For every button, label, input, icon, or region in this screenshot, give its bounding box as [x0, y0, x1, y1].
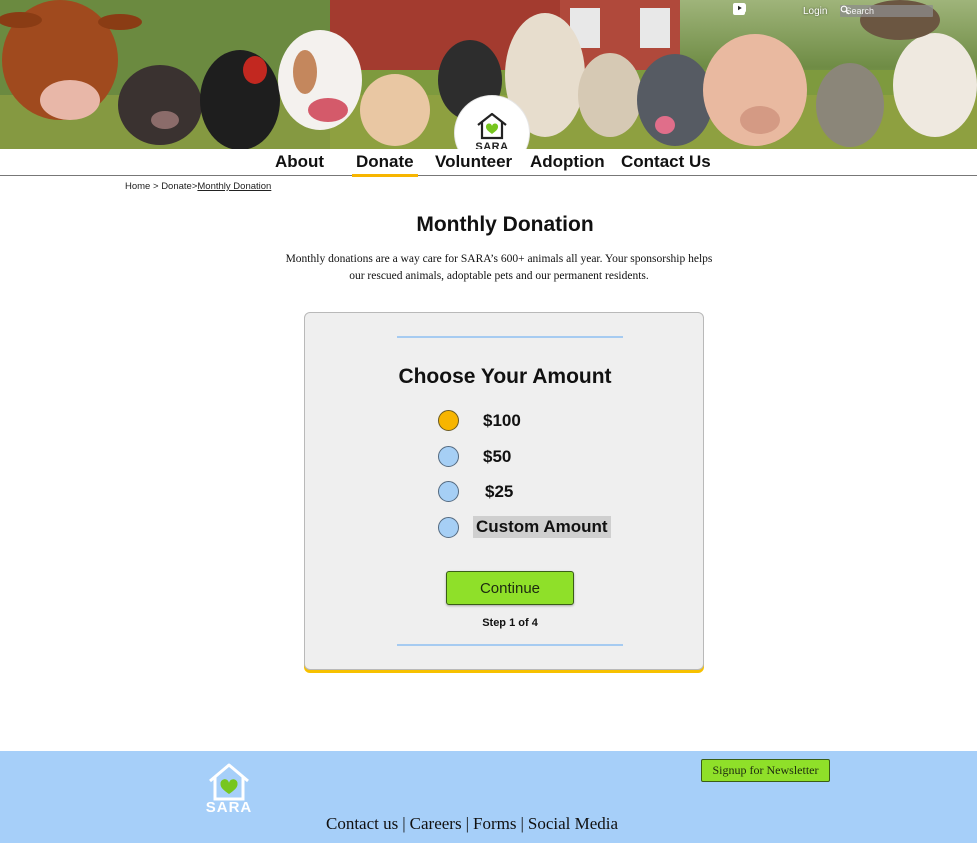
radio-button[interactable]	[438, 516, 459, 538]
footer-link-social-media[interactable]: Social Media	[528, 814, 618, 833]
youtube-icon[interactable]	[733, 3, 796, 17]
house-heart-icon	[209, 763, 249, 801]
main-nav: About Donate Volunteer Adoption Contact …	[0, 149, 977, 177]
donation-card: Choose Your Amount $100 $50 $25 Custom A…	[304, 312, 704, 670]
amount-label: $25	[485, 481, 514, 501]
tiktok-icon[interactable]	[733, 3, 779, 17]
footer: SARA Signup for Newsletter Contact us | Ca…	[0, 751, 977, 843]
breadcrumb-current[interactable]: Monthly Donation	[197, 181, 271, 192]
radio-button[interactable]	[438, 410, 459, 431]
divider	[397, 336, 623, 338]
breadcrumb-home[interactable]: Home	[125, 181, 150, 192]
intro-line: our rescued animals, adoptable pets and …	[349, 270, 649, 282]
footer-logo[interactable]: SARA	[205, 762, 253, 818]
nav-volunteer[interactable]: Volunteer	[435, 152, 512, 172]
link-separator: |	[520, 814, 524, 833]
custom-amount-field[interactable]: Custom Amount	[473, 516, 611, 538]
step-indicator: Step 1 of 4	[482, 617, 538, 629]
link-separator: |	[402, 814, 406, 833]
amount-option-50[interactable]: $50	[438, 446, 511, 467]
footer-link-contact[interactable]: Contact us	[326, 814, 398, 833]
breadcrumb: Home > Donate>Monthly Donation	[125, 181, 271, 192]
link-separator: |	[465, 814, 469, 833]
card-title: Choose Your Amount	[398, 365, 612, 388]
login-link[interactable]: Login	[803, 6, 827, 17]
nav-donate[interactable]: Donate	[352, 152, 418, 177]
nav-contact-us[interactable]: Contact Us	[621, 152, 711, 172]
intro-text: Monthly donations are a way care for SAR…	[249, 251, 749, 285]
utility-bar: Login	[733, 3, 934, 19]
house-heart-icon	[477, 112, 507, 140]
footer-link-careers[interactable]: Careers	[410, 814, 462, 833]
footer-link-forms[interactable]: Forms	[473, 814, 516, 833]
radio-button[interactable]	[438, 481, 459, 502]
search-box	[840, 5, 934, 17]
continue-button[interactable]: Continue	[446, 571, 574, 605]
amount-option-100[interactable]: $100	[438, 410, 521, 431]
breadcrumb-separator: >	[152, 181, 159, 192]
nav-adoption[interactable]: Adoption	[530, 152, 605, 172]
radio-button[interactable]	[438, 446, 459, 467]
amount-option-25[interactable]: $25	[438, 481, 513, 502]
search-input[interactable]	[840, 5, 919, 17]
amount-option-custom[interactable]: Custom Amount	[438, 516, 611, 538]
page-title: Monthly Donation	[416, 213, 594, 236]
instagram-icon[interactable]	[733, 3, 762, 17]
intro-line: Monthly donations are a way care for SAR…	[285, 253, 713, 265]
footer-logo-text: SARA	[205, 799, 253, 816]
breadcrumb-donate[interactable]: Donate	[161, 181, 192, 192]
amount-label: $50	[483, 446, 512, 466]
nav-about[interactable]: About	[275, 152, 324, 172]
footer-links: Contact us | Careers | Forms | Social Media	[326, 814, 618, 834]
amount-label: $100	[483, 410, 521, 430]
divider	[397, 644, 623, 646]
search-icon[interactable]	[840, 5, 850, 15]
newsletter-signup-button[interactable]: Signup for Newsletter	[701, 759, 830, 782]
